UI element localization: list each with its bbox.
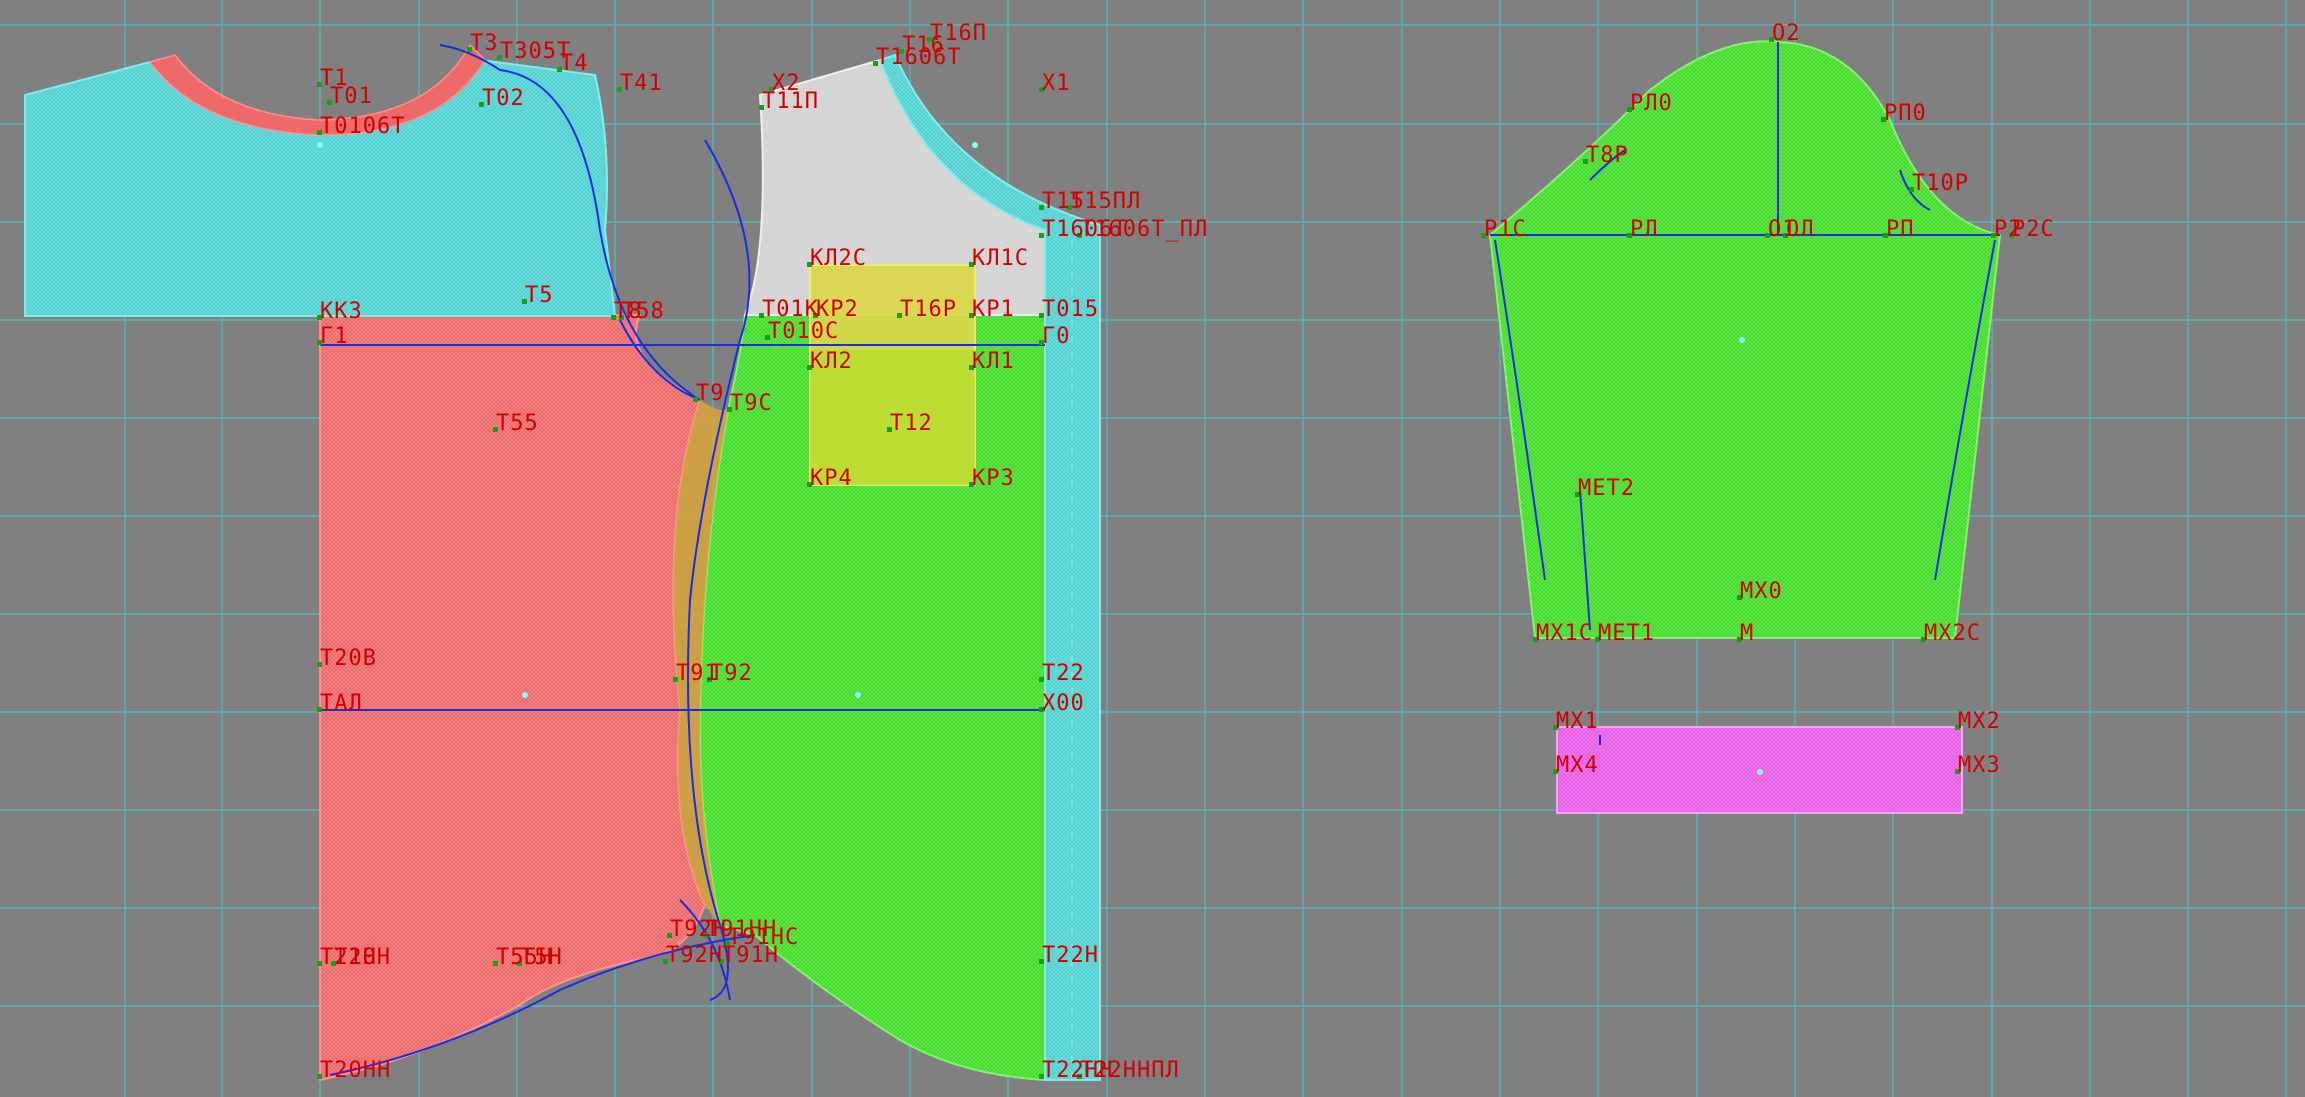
label-ol: ОЛ [1786,217,1815,242]
label-kr4: КР4 [810,466,853,491]
label-kl2: КЛ2 [810,349,853,374]
label-t015: Т015 [1042,297,1099,322]
label-t3: Т3 [470,31,499,56]
label-g1: Г1 [320,324,349,349]
label-r1s: Р1С [1484,217,1527,242]
pattern-pieces [24,40,2002,1082]
label-r2s: Р2С [2012,217,2055,242]
label-t1606t: Т1606Т [876,45,961,70]
label-t58: Т58 [622,299,665,324]
label-t8r: Т8Р [1586,143,1629,168]
label-t41: Т41 [620,71,663,96]
label-t4: Т4 [560,51,589,76]
label-t5: Т5 [525,283,554,308]
label-kk3: КК3 [320,299,363,324]
piece-center-marker [1739,337,1745,343]
label-t20nn: Т20НН [320,1058,391,1083]
label-t22nnpl: Т22ННПЛ [1080,1058,1180,1083]
label-t16r: Т16Р [900,297,957,322]
label-t9: Т9 [696,381,725,406]
label-kh1: Х1 [1042,71,1071,96]
label-x00: Х00 [1042,691,1085,716]
label-kl1: КЛ1 [972,349,1015,374]
label-tal: ТАЛ [320,691,363,716]
piece-center-marker [317,142,323,148]
label-t20n: Т20Н [334,945,391,970]
label-t55: Т55 [496,411,539,436]
label-t10r: Т10Р [1912,171,1969,196]
label-kr1: КР1 [972,297,1015,322]
label-rl: РЛ [1630,217,1659,242]
label-mkh1s: МХ1С [1536,621,1593,646]
pattern-canvas[interactable]: Т3 Т305Т Т4 Т41 Т1 Т01 Т02 Т0106Т Т16П Т… [0,0,2305,1097]
label-t1606t-pl-b: Т1606Т [1042,217,1127,242]
label-t01: Т01 [330,84,373,109]
label-t5n: Т5Н [520,945,563,970]
label-t15: Т15 [1042,189,1085,214]
label-t92h: Т92Н [666,943,723,968]
label-t92: Т92 [710,661,753,686]
label-rp0: РП0 [1884,101,1927,126]
label-mkh4: МХ4 [1556,753,1599,778]
piece-center-marker [522,692,528,698]
label-kl1s: КЛ1С [972,246,1029,271]
label-kr2: КР2 [816,297,859,322]
label-mkh2s: МХ2С [1924,621,1981,646]
label-kl2s: КЛ2С [810,246,867,271]
piece-center-marker [972,142,978,148]
label-t22n: Т22Н [1042,943,1099,968]
label-t02: Т02 [482,86,525,111]
label-t11p: Т11П [762,89,819,114]
label-met1: МЕТ1 [1598,621,1655,646]
label-t010s: Т010С [768,319,839,344]
label-m: М [1740,621,1754,646]
label-o2: О2 [1772,21,1801,46]
piece-center-marker [855,692,861,698]
label-t20v: Т20В [320,646,377,671]
label-rl0: РЛ0 [1630,91,1673,116]
label-t9s: Т9С [730,391,773,416]
label-mkh1: МХ1 [1556,709,1599,734]
piece-center-marker [1757,769,1763,775]
label-t12: Т12 [890,411,933,436]
label-t22: Т22 [1042,661,1085,686]
label-g0: Г0 [1042,324,1071,349]
label-rp: РП [1886,217,1915,242]
label-t0106t: Т0106Т [320,114,405,139]
label-mkh3: МХ3 [1958,753,2001,778]
label-mkh2: МХ2 [1958,709,2001,734]
label-met2: МЕТ2 [1578,476,1635,501]
label-mkh0: МХ0 [1740,579,1783,604]
label-t91h: Т91Н [722,943,779,968]
label-kr3: КР3 [972,466,1015,491]
